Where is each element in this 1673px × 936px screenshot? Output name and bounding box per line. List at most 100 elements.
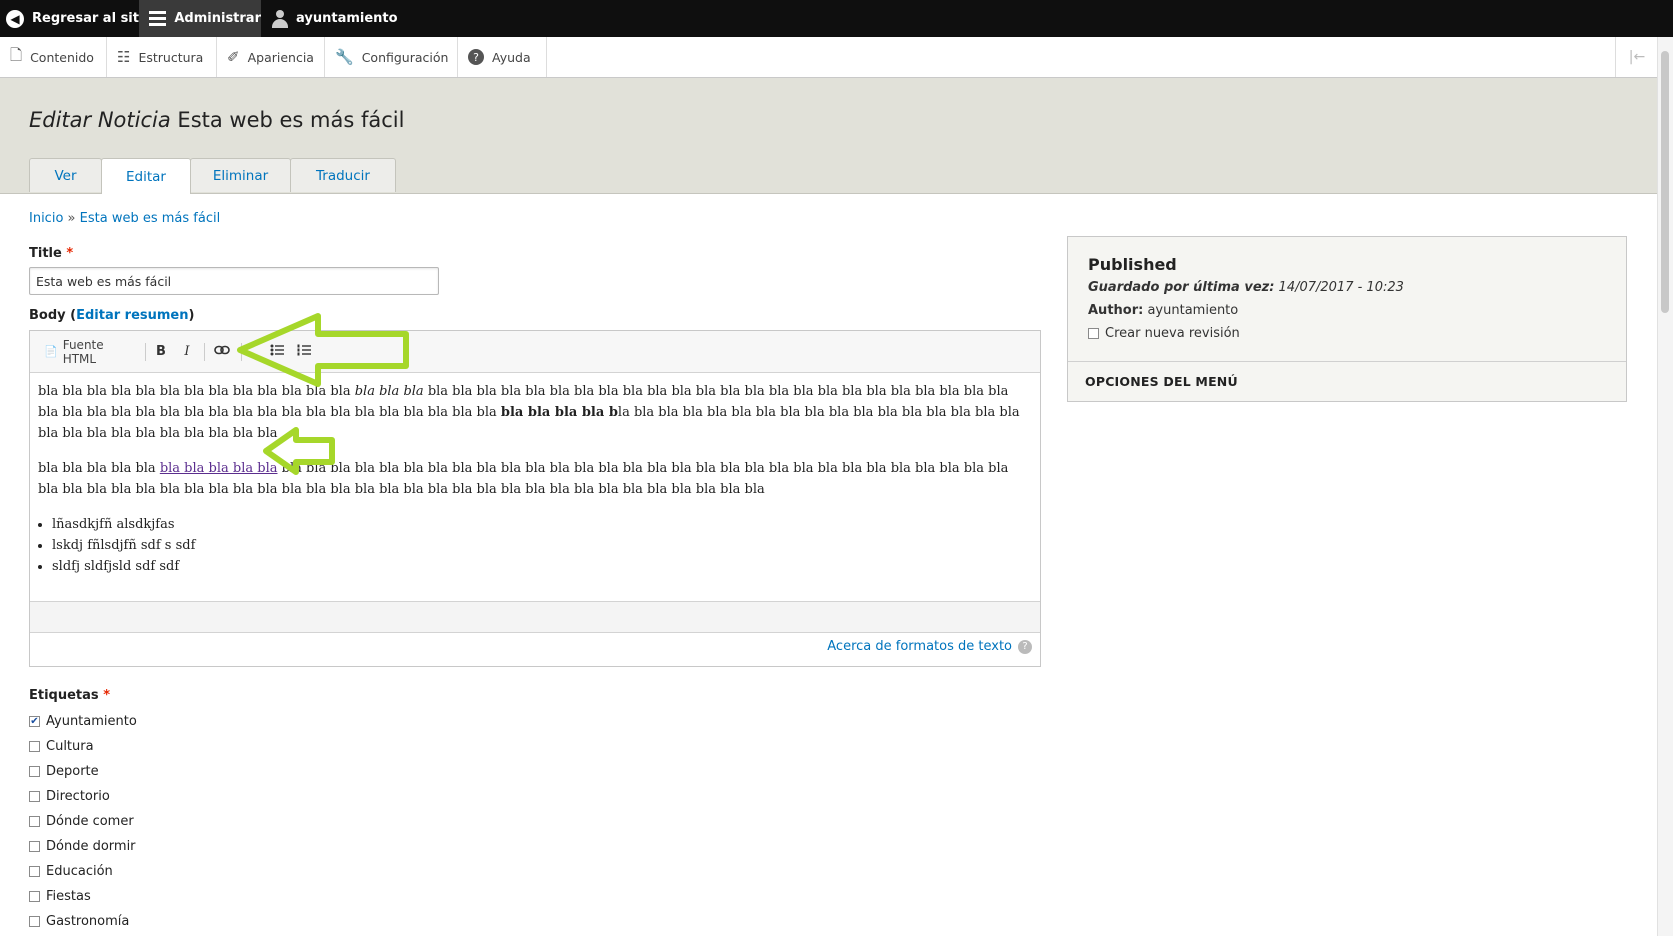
menu-item-ayuda[interactable]: ? Ayuda [458,37,547,77]
editor-bullet-list: lñasdkjfñ alsdkjfas lskdj fñlsdjfñ sdf s… [38,514,1028,577]
body-label-text: Body ( [29,308,77,323]
tag-checkbox-educacion[interactable]: Educación [29,864,113,879]
admin-menu: 🗋 Contenido ☷ Estructura ✐ Apariencia 🔧 … [0,37,1658,78]
tag-checkbox-ayuntamiento[interactable]: ✔ Ayuntamiento [29,714,137,729]
title-label: Title * [29,246,73,261]
breadcrumb: Inicio » Esta web es más fácil [29,211,220,226]
checkbox[interactable] [1088,328,1099,339]
page-scrollbar[interactable] [1657,37,1673,936]
administer-tray-toggle[interactable]: Administrar [139,0,261,37]
author-info: Author: ayuntamiento [1088,303,1238,318]
body-label: Body (Editar resumen) [29,308,194,323]
last-saved-label: Guardado por última vez: [1088,280,1275,295]
checkbox[interactable] [29,766,40,777]
sitemap-icon: ☷ [117,48,131,66]
tag-checkbox-gastronomia[interactable]: Gastronomía [29,914,129,929]
tag-label: Deporte [46,764,99,779]
menu-options-toggle[interactable]: OPCIONES DEL MENÚ [1085,374,1238,389]
edit-summary-link[interactable]: Editar resumen [76,308,188,323]
back-to-site-link[interactable]: ◀ Regresar al sitio [6,0,152,37]
tab-editar[interactable]: Editar [101,158,191,194]
tags-label: Etiquetas * [29,688,110,703]
menu-item-configuracion[interactable]: 🔧 Configuración [325,37,458,77]
last-saved-value: 14/07/2017 - 10:23 [1278,280,1404,295]
checkbox[interactable] [29,891,40,902]
text-run: bla bla bla bla bla [38,461,160,476]
tag-label: Dónde dormir [46,839,136,854]
link-icon [214,344,230,359]
new-revision-checkbox[interactable]: Crear nueva revisión [1088,326,1240,341]
scrollbar-thumb[interactable] [1661,51,1669,313]
tag-checkbox-directorio[interactable]: Directorio [29,789,110,804]
checkbox[interactable] [29,741,40,752]
checkbox[interactable] [29,791,40,802]
source-label: Fuente HTML [62,337,104,366]
source-html-button[interactable]: 📄 Fuente HTML [44,338,138,366]
hamburger-icon [149,8,167,29]
checkbox[interactable] [29,841,40,852]
list-item: lñasdkjfñ alsdkjfas [52,514,1028,535]
menu-item-estructura[interactable]: ☷ Estructura [107,37,217,77]
body-label-end: ) [188,308,195,323]
back-to-site-label: Regresar al sitio [32,11,153,26]
inline-link[interactable]: bla bla bla bla bla [160,461,278,476]
tag-checkbox-fiestas[interactable]: Fiestas [29,889,91,904]
bold-button[interactable]: B [151,341,171,362]
breadcrumb-current-link[interactable]: Esta web es más fácil [80,211,221,226]
checkbox-checked[interactable]: ✔ [29,716,40,727]
help-icon: ? [1018,639,1032,654]
checkbox[interactable] [29,916,40,927]
tab-eliminar[interactable]: Eliminar [190,158,291,192]
menu-item-contenido[interactable]: 🗋 Contenido [0,37,107,77]
annotation-arrow-toolbar [237,313,409,387]
new-revision-label: Crear nueva revisión [1105,326,1240,341]
tag-label: Cultura [46,739,94,754]
source-icon: 📄 [44,345,58,358]
menu-item-label: Estructura [138,49,204,65]
tag-checkbox-cultura[interactable]: Cultura [29,739,94,754]
checkbox[interactable] [29,816,40,827]
page-title-main: Esta web es más fácil [177,108,405,132]
meta-sidebar: Published Guardado por última vez: 14/07… [1067,236,1627,402]
bold-text: bla bla bla bla b [500,405,618,420]
wrench-icon: 🔧 [335,48,354,66]
title-input[interactable] [29,267,439,295]
editor-toolbar: 📄 Fuente HTML B I [30,331,1040,373]
required-mark: * [66,246,74,261]
author-label: Author: [1088,303,1144,318]
user-label: ayuntamiento [296,11,398,26]
italic-button[interactable]: I [177,341,197,362]
user-tray-toggle[interactable]: ayuntamiento [272,0,398,37]
breadcrumb-separator: » [67,211,76,226]
publish-status: Published [1088,255,1177,274]
menu-item-label: Configuración [361,49,449,65]
title-label-text: Title [29,246,62,261]
menu-item-label: Apariencia [247,49,314,65]
editor-content[interactable]: bla bla bla bla bla bla bla bla bla bla … [38,381,1028,577]
tab-ver[interactable]: Ver [29,158,102,192]
tag-label: Fiestas [46,889,91,904]
list-item: sldfj sldfjsld sdf sdf [52,556,1028,577]
tag-label: Ayuntamiento [46,714,137,729]
tag-checkbox-donde-dormir[interactable]: Dónde dormir [29,839,136,854]
administer-label: Administrar [174,11,261,26]
text-formats-link[interactable]: Acerca de formatos de texto ? [827,639,1032,654]
checkbox[interactable] [29,866,40,877]
menu-item-label: Contenido [30,49,94,65]
breadcrumb-home-link[interactable]: Inicio [29,211,63,226]
tag-checkbox-deporte[interactable]: Deporte [29,764,99,779]
menu-item-apariencia[interactable]: ✐ Apariencia [217,37,325,77]
page-title-prefix: Editar Noticia [29,108,171,132]
tab-traducir[interactable]: Traducir [290,158,396,192]
back-arrow-icon: ◀ [6,9,24,28]
user-icon [272,9,288,28]
tag-label: Dónde comer [46,814,134,829]
link-button[interactable] [210,341,234,362]
tag-label: Gastronomía [46,914,130,929]
toolbar-separator [204,343,205,361]
collapse-menu-button[interactable]: |← [1615,37,1658,77]
tag-checkbox-donde-comer[interactable]: Dónde comer [29,814,134,829]
page-header: Editar Noticia Esta web es más fácil Ver… [0,78,1658,194]
page-title: Editar Noticia Esta web es más fácil [29,108,404,132]
admin-toolbar: ◀ Regresar al sitio Administrar ayuntami… [0,0,1673,37]
